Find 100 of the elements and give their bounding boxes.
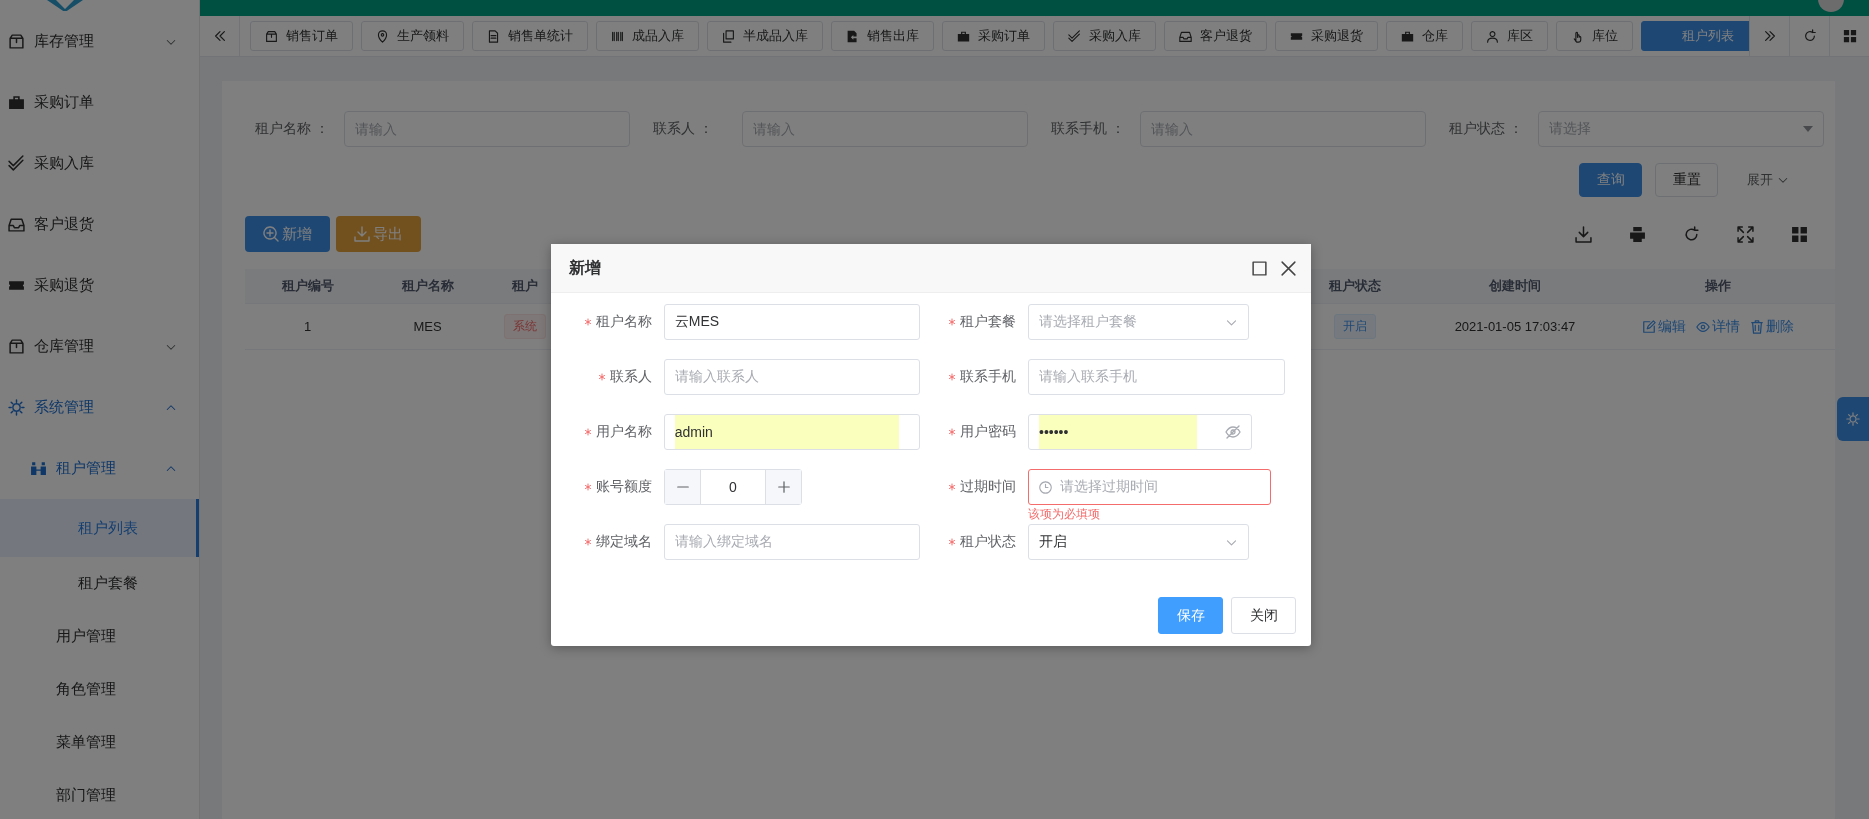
close-icon [1280,259,1297,277]
tab[interactable]: 销售出库 [831,21,934,51]
menu-group[interactable]: 库存管理 [0,11,199,72]
eye-off-icon [1225,424,1241,440]
number-stepper[interactable]: 0 [664,469,802,505]
menu-group[interactable]: 租户管理 [0,438,199,499]
box-icon [265,29,278,43]
menu-item[interactable]: 采购退货 [0,255,199,316]
table-cell-text: MES [412,319,443,334]
plus-icon [776,480,791,494]
select-field[interactable]: 请选择租户套餐 [1028,304,1249,340]
barcode-icon [611,29,624,43]
column-header: 租户编号 [280,277,335,295]
person-icon [1486,29,1499,43]
briefcase-icon [1401,29,1414,43]
briefcase-icon [8,94,25,111]
tab[interactable]: 客户退货 [1164,21,1267,51]
menu-item[interactable]: 用户管理 [0,610,199,663]
tab[interactable]: 采购入库 [1053,21,1156,51]
column-header: 租户状态 [1328,277,1382,295]
caret-icon [1803,126,1813,132]
copy-icon [722,29,735,43]
double-check-icon [8,155,25,172]
select-field[interactable]: 开启 [1028,524,1249,560]
tray-icon [8,216,25,233]
column-header: 租户名称 [400,277,455,295]
save-button[interactable]: 保存 [1158,597,1223,634]
input-field[interactable]: admin [663,414,920,450]
tab[interactable]: 采购订单 [942,21,1045,51]
tab[interactable]: 库位 [1556,21,1633,51]
people-icon [30,460,47,477]
column-header: 创建时间 [1488,277,1542,295]
close-button[interactable]: 关闭 [1231,597,1296,634]
menu-item[interactable]: 租户列表 [0,499,199,557]
box-icon [8,338,25,355]
download-icon [1574,225,1592,243]
input-field[interactable]: 请输入联系人 [663,359,920,395]
maximize-icon [1251,259,1268,277]
gear-icon [1846,412,1860,426]
type-tag: 系统 [504,314,546,339]
input-field[interactable]: 请输入联系手机 [1028,359,1285,395]
tab[interactable]: 成品入库 [596,21,699,51]
menu-item[interactable]: 部门管理 [0,769,199,819]
grid-icon [1790,225,1808,243]
menu-group[interactable]: 仓库管理 [0,316,199,377]
grid-icon [1842,29,1857,43]
tab[interactable]: 半成品入库 [707,21,823,51]
input-field[interactable]: 请输入绑定域名 [663,524,920,560]
tab[interactable]: 租户列表 [1641,21,1749,51]
printer-icon [1628,225,1646,243]
edit-icon [1641,319,1656,334]
filter-label: 联系人 ： [653,120,714,138]
tab[interactable]: 销售单统计 [472,21,588,51]
hand-icon [1571,29,1584,43]
password-field[interactable]: •••••• [1028,414,1252,450]
add-button[interactable]: 新增 [245,216,330,252]
filter-label: 租户名称 ： [255,120,330,138]
reset-button[interactable]: 重置 [1655,163,1718,197]
field-label: 用户名称 [595,423,652,441]
trash-icon [1749,319,1764,334]
tab[interactable]: 生产领料 [361,21,464,51]
tab[interactable]: 销售订单 [250,21,353,51]
field-label: 绑定域名 [595,533,652,551]
fullscreen-icon [1736,225,1754,243]
menu-item[interactable]: 采购入库 [0,133,199,194]
tray-icon [1179,29,1192,43]
field-label: 用户密码 [960,423,1016,441]
tab[interactable]: 仓库 [1386,21,1463,51]
expand-link[interactable]: 展开 [1741,170,1795,190]
logo-icon [47,0,83,11]
refresh-icon [1682,225,1700,243]
tab[interactable]: 采购退货 [1275,21,1378,51]
search-button[interactable]: 查询 [1579,163,1642,197]
field-label: 联系手机 [960,368,1016,386]
input-field[interactable]: 云MES [663,304,920,340]
field-label: 过期时间 [960,478,1016,496]
dialog-title: 新增 [569,257,602,278]
maximize-button[interactable] [1251,259,1268,277]
column-header: 操作 [1703,277,1732,295]
date-field[interactable]: 请选择过期时间 [1028,469,1271,505]
row-action-link[interactable]: 详情 [1695,317,1740,336]
menu-item[interactable]: 采购订单 [0,72,199,133]
clock-icon [1039,480,1052,494]
menu-item[interactable]: 租户套餐 [0,557,199,610]
menu-item[interactable]: 角色管理 [0,663,199,716]
menu-item[interactable]: 客户退货 [0,194,199,255]
field-label: 租户状态 [960,533,1016,551]
download-icon [354,226,370,242]
double-check-icon [1068,29,1081,43]
menu-group[interactable]: 系统管理 [0,377,199,438]
menu-item[interactable]: 菜单管理 [0,716,199,769]
double-chevron-right-icon [1762,29,1777,43]
tab[interactable]: 库区 [1471,21,1548,51]
field-label: 租户名称 [595,313,652,331]
row-action-link[interactable]: 删除 [1749,317,1794,336]
error-message: 该项为必填项 [1028,506,1100,523]
status-tag: 开启 [1334,314,1376,339]
close-button[interactable] [1280,259,1297,277]
filter-label: 租户状态 ： [1449,120,1524,138]
row-action-link[interactable]: 编辑 [1641,317,1686,336]
